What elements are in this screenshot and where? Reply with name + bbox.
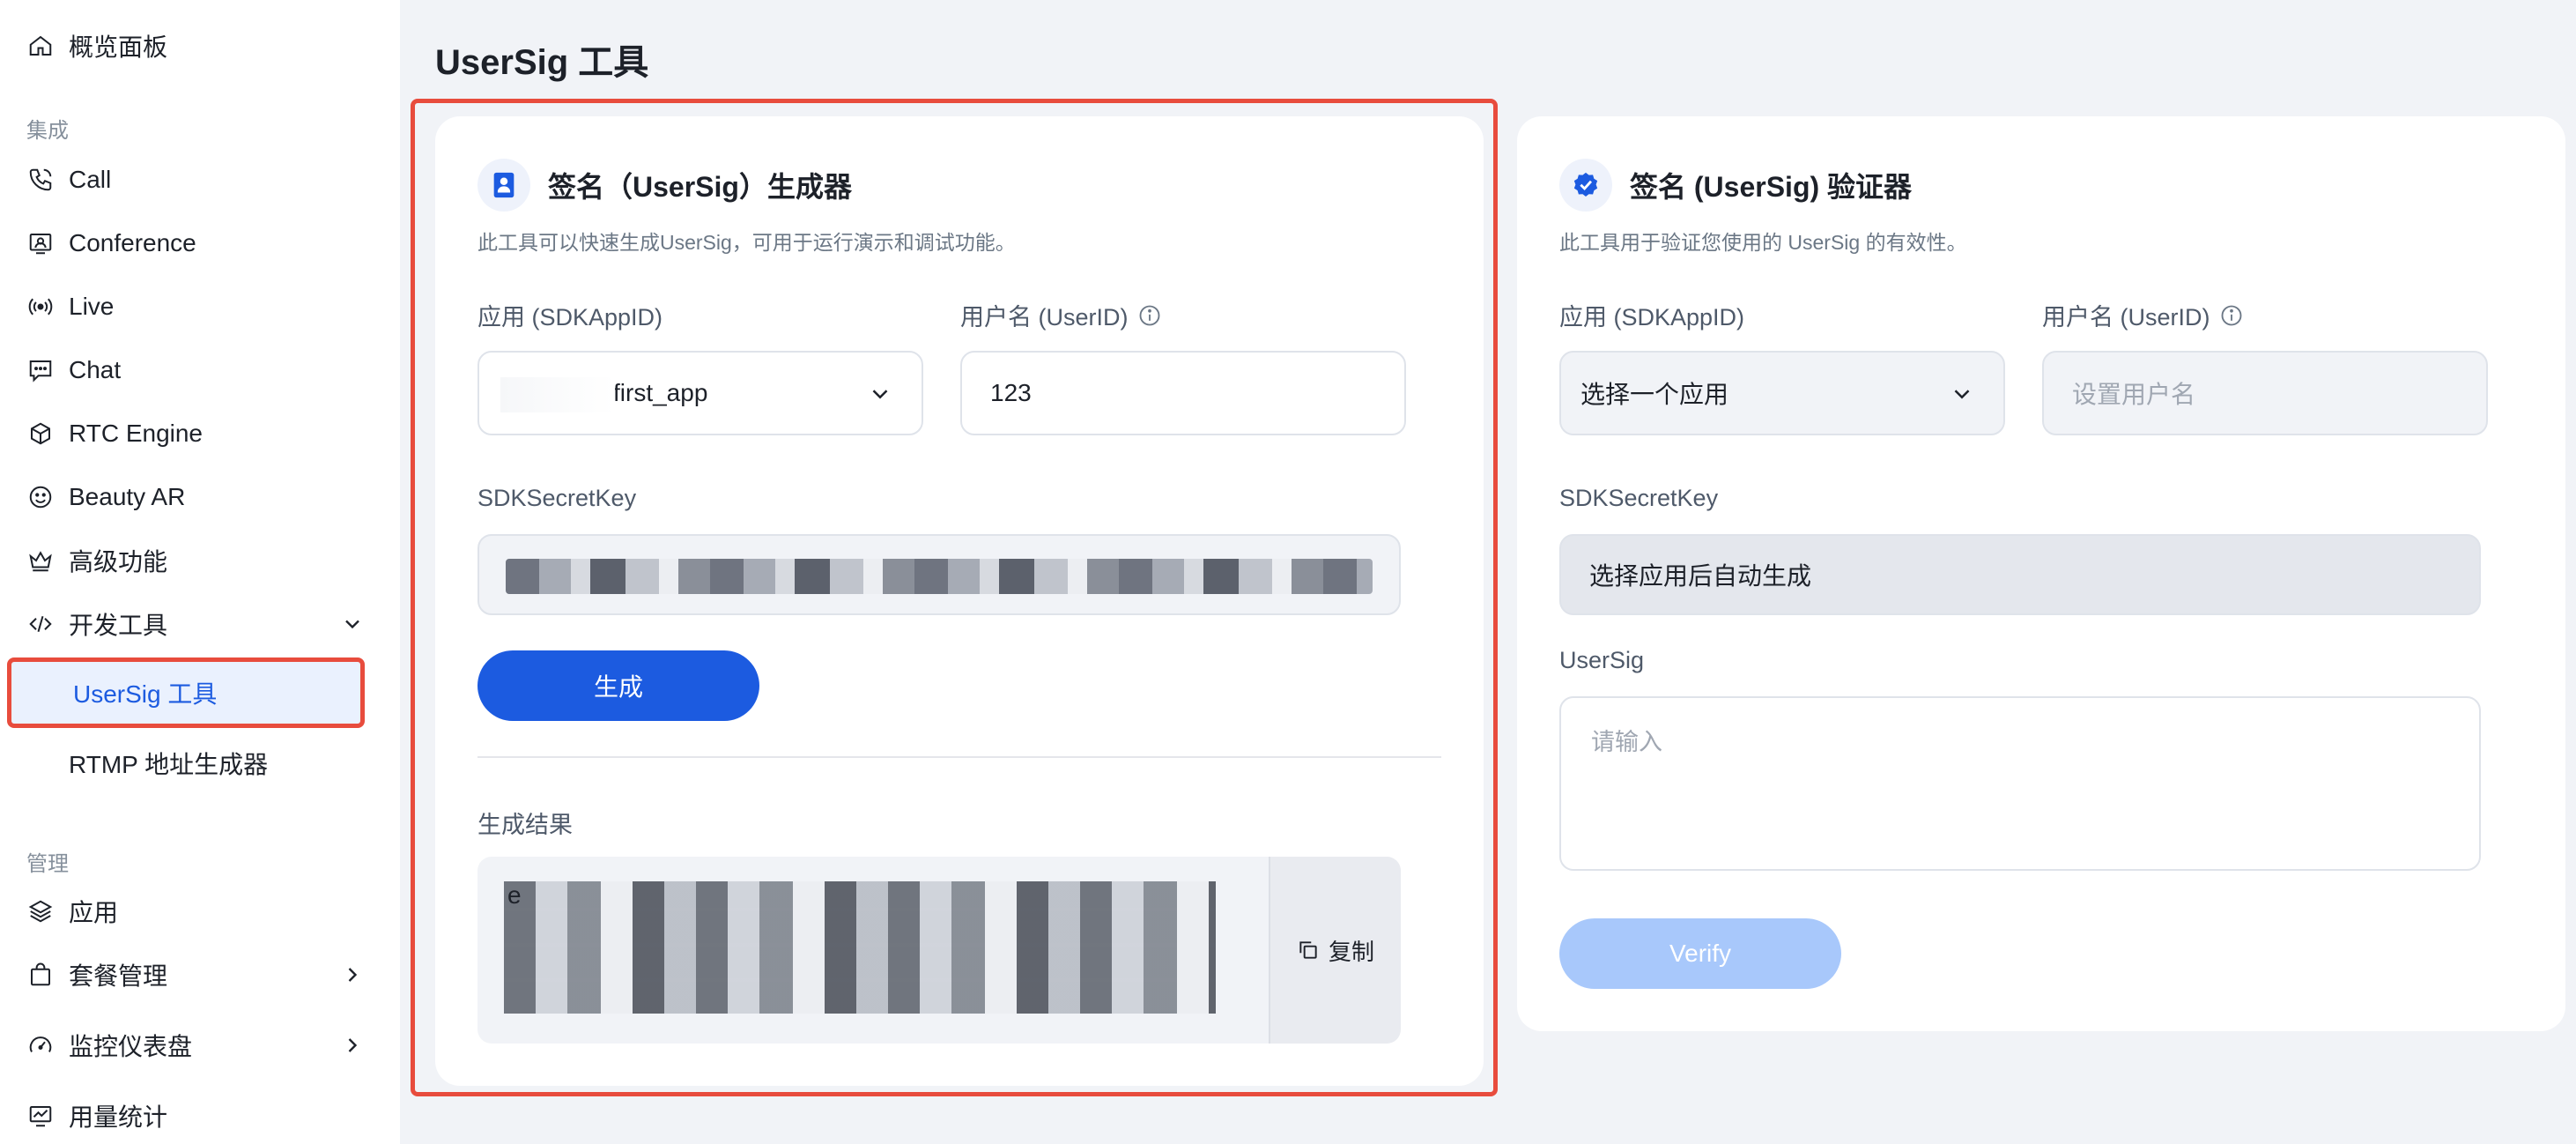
sidebar-item-label: 套餐管理: [69, 962, 168, 990]
sidebar-item-usage[interactable]: 用量统计: [0, 1084, 400, 1144]
sidebar-item-label: 应用: [69, 899, 119, 926]
sidebar-item-rtc-engine[interactable]: RTC Engine: [0, 402, 400, 465]
sidebar-item-label: Conference: [69, 229, 196, 256]
sidebar-item-rtmp-generator[interactable]: RTMP 地址生成器: [0, 732, 400, 795]
smile-icon: [26, 483, 55, 511]
info-icon[interactable]: [2219, 303, 2244, 328]
sidebar-item-label: RTC Engine: [69, 420, 204, 447]
bag-icon: [26, 961, 55, 989]
sidebar-item-label: RTMP 地址生成器: [69, 751, 269, 778]
code-icon: [26, 610, 55, 638]
sidebar-item-label: Live: [69, 293, 115, 320]
section-label-integration: 集成: [26, 119, 69, 143]
verify-button[interactable]: Verify: [1559, 918, 1841, 989]
phone-icon: [26, 166, 55, 194]
generator-highlight-frame: [411, 99, 1498, 1096]
gauge-icon: [26, 1031, 55, 1059]
layers-icon: [26, 897, 55, 925]
verifier-header: 签名 (UserSig) 验证器: [1559, 159, 1912, 212]
badge-verified-icon: [1559, 159, 1612, 212]
verifier-app-select-value: 选择一个应用: [1580, 381, 1729, 408]
usersig-placeholder: 请输入: [1591, 729, 1662, 755]
crown-icon: [26, 546, 55, 575]
verifier-userid-placeholder: 设置用户名: [2072, 381, 2196, 408]
chevron-down-icon: [345, 620, 359, 629]
verifier-title: 签名 (UserSig) 验证器: [1630, 171, 1913, 203]
verifier-secret-key-field: 选择应用后自动生成: [1559, 534, 2481, 615]
monitor-chart-icon: [26, 1102, 55, 1130]
sidebar-item-label: Chat: [69, 356, 122, 383]
sidebar-item-label: Beauty AR: [69, 483, 186, 510]
sidebar-item-apps[interactable]: 应用: [0, 880, 400, 943]
sidebar-item-advanced[interactable]: 高级功能: [0, 529, 400, 592]
sidebar-item-label: 用量统计: [69, 1103, 168, 1131]
sidebar-item-label: 监控仪表盘: [69, 1033, 193, 1060]
verifier-app-select[interactable]: 选择一个应用: [1559, 351, 2005, 435]
verifier-app-label: 应用 (SDKAppID): [1559, 304, 1745, 331]
verifier-userid-input[interactable]: 设置用户名: [2042, 351, 2488, 435]
cube-icon: [26, 420, 55, 448]
verifier-secret-key-value: 选择应用后自动生成: [1589, 562, 1812, 590]
usersig-label: UserSig: [1559, 647, 1645, 673]
usersig-textarea[interactable]: 请输入: [1559, 696, 2481, 871]
conference-icon: [26, 229, 55, 257]
sidebar-item-label: UserSig 工具: [73, 680, 218, 708]
sidebar-item-live[interactable]: Live: [0, 275, 400, 338]
chevron-down-icon: [1954, 390, 1970, 399]
sidebar-item-label: Call: [69, 166, 112, 193]
sidebar-item-overview[interactable]: 概览面板: [0, 14, 400, 78]
broadcast-icon: [26, 293, 55, 321]
page-title: UserSig 工具: [435, 43, 649, 82]
sidebar-item-usersig-tool[interactable]: UserSig 工具: [7, 657, 365, 728]
verifier-secret-key-label: SDKSecretKey: [1559, 485, 1719, 511]
verifier-user-label-text: 用户名 (UserID): [2042, 304, 2210, 331]
usersig-verifier-card: 签名 (UserSig) 验证器 此工具用于验证您使用的 UserSig 的有效…: [1517, 116, 2565, 1031]
chat-icon: [26, 356, 55, 384]
chevron-right-icon: [348, 968, 358, 982]
sidebar-item-plans[interactable]: 套餐管理: [0, 943, 400, 1007]
section-label-manage: 管理: [26, 852, 69, 876]
sidebar-item-dev-tools[interactable]: 开发工具: [0, 592, 400, 656]
sidebar-item-conference[interactable]: Conference: [0, 212, 400, 275]
sidebar-item-beauty-ar[interactable]: Beauty AR: [0, 465, 400, 529]
sidebar-item-label: 概览面板: [69, 33, 168, 61]
sidebar-item-label: 高级功能: [69, 548, 168, 576]
sidebar-item-call[interactable]: Call: [0, 148, 400, 212]
chevron-right-icon: [348, 1038, 358, 1052]
sidebar-item-label: 开发工具: [69, 612, 168, 639]
sidebar-item-monitoring[interactable]: 监控仪表盘: [0, 1014, 400, 1077]
verifier-user-label: 用户名 (UserID): [2042, 298, 2244, 332]
home-icon: [26, 32, 55, 60]
verifier-description: 此工具用于验证您使用的 UserSig 的有效性。: [1559, 231, 1967, 254]
sidebar: 概览面板 集成 Call Conference Live Chat RTC En…: [0, 0, 400, 1144]
sidebar-item-chat[interactable]: Chat: [0, 338, 400, 402]
